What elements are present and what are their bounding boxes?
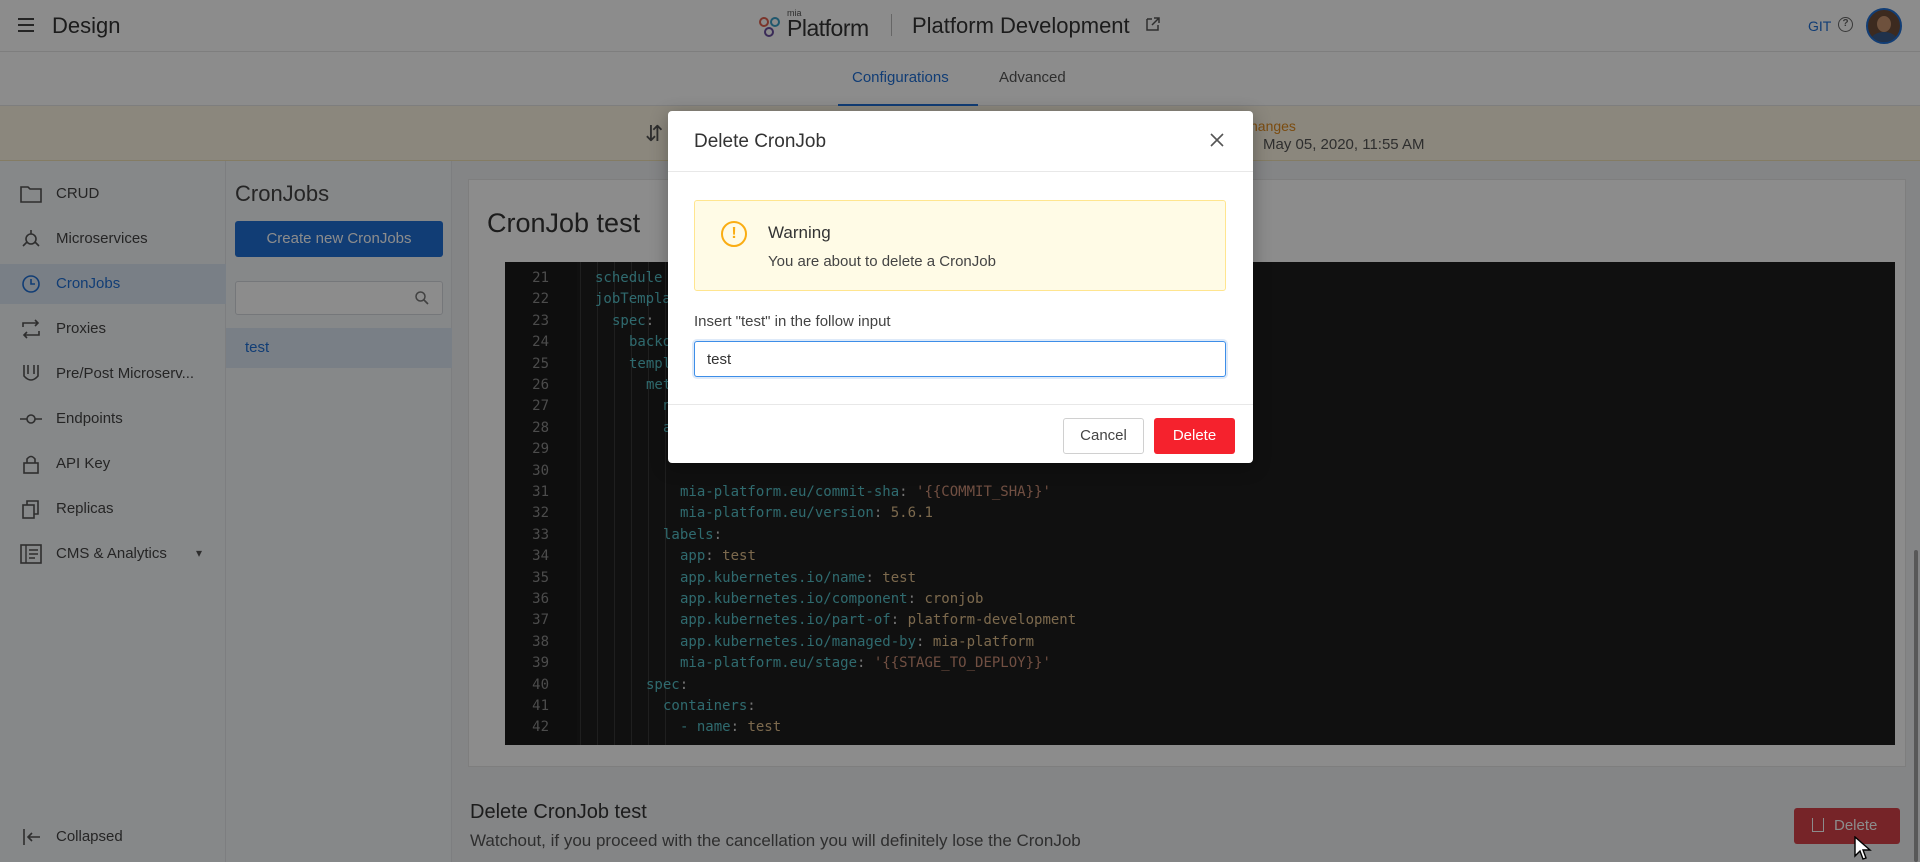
modal-footer: Cancel Delete [668,404,1253,463]
warning-title: Warning [768,223,831,242]
warning-icon: ! [721,221,747,247]
mouse-cursor-icon [1854,836,1872,860]
confirm-input-label: Insert "test" in the follow input [694,313,891,330]
cancel-button[interactable]: Cancel [1063,418,1144,454]
warning-alert: ! Warning You are about to delete a Cron… [694,200,1226,291]
modal-header: Delete CronJob [668,111,1253,172]
confirm-delete-button[interactable]: Delete [1154,418,1235,454]
close-icon[interactable] [1208,131,1226,149]
confirm-name-input[interactable] [694,341,1226,377]
modal-title: Delete CronJob [694,131,827,152]
warning-text: You are about to delete a CronJob [768,253,996,270]
delete-cronjob-modal: Delete CronJob ! Warning You are about t… [668,111,1253,463]
